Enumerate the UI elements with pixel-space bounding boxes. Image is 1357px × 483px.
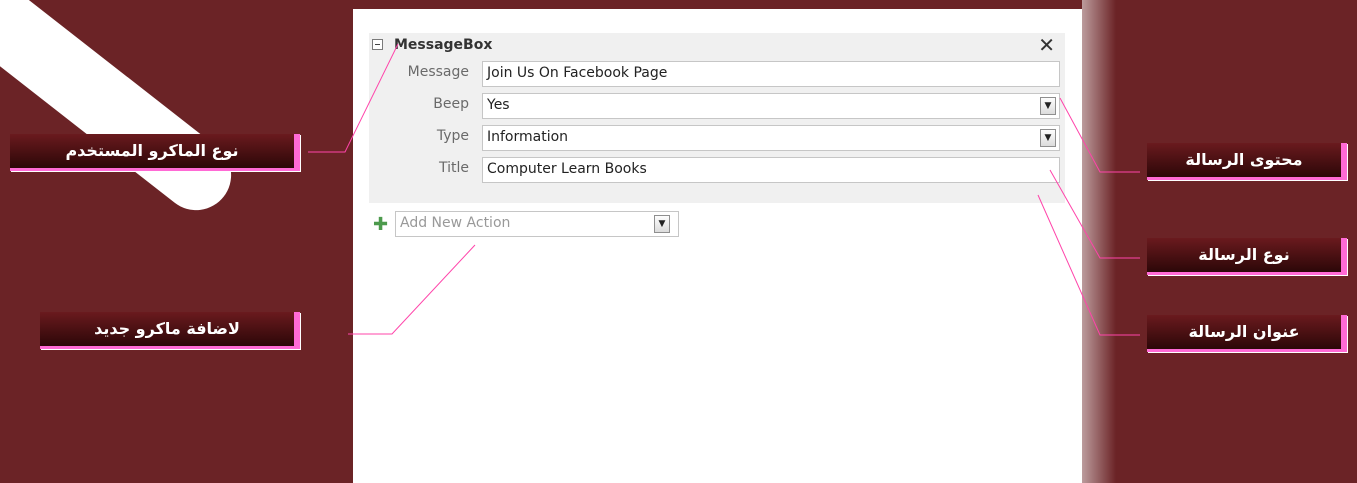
leader-macro-type — [308, 43, 399, 153]
leader-message-content — [1059, 97, 1140, 173]
leader-message-type — [1049, 169, 1140, 259]
leader-lines — [308, 43, 1140, 336]
leader-add-macro — [348, 244, 476, 335]
leader-message-title — [1037, 194, 1140, 336]
